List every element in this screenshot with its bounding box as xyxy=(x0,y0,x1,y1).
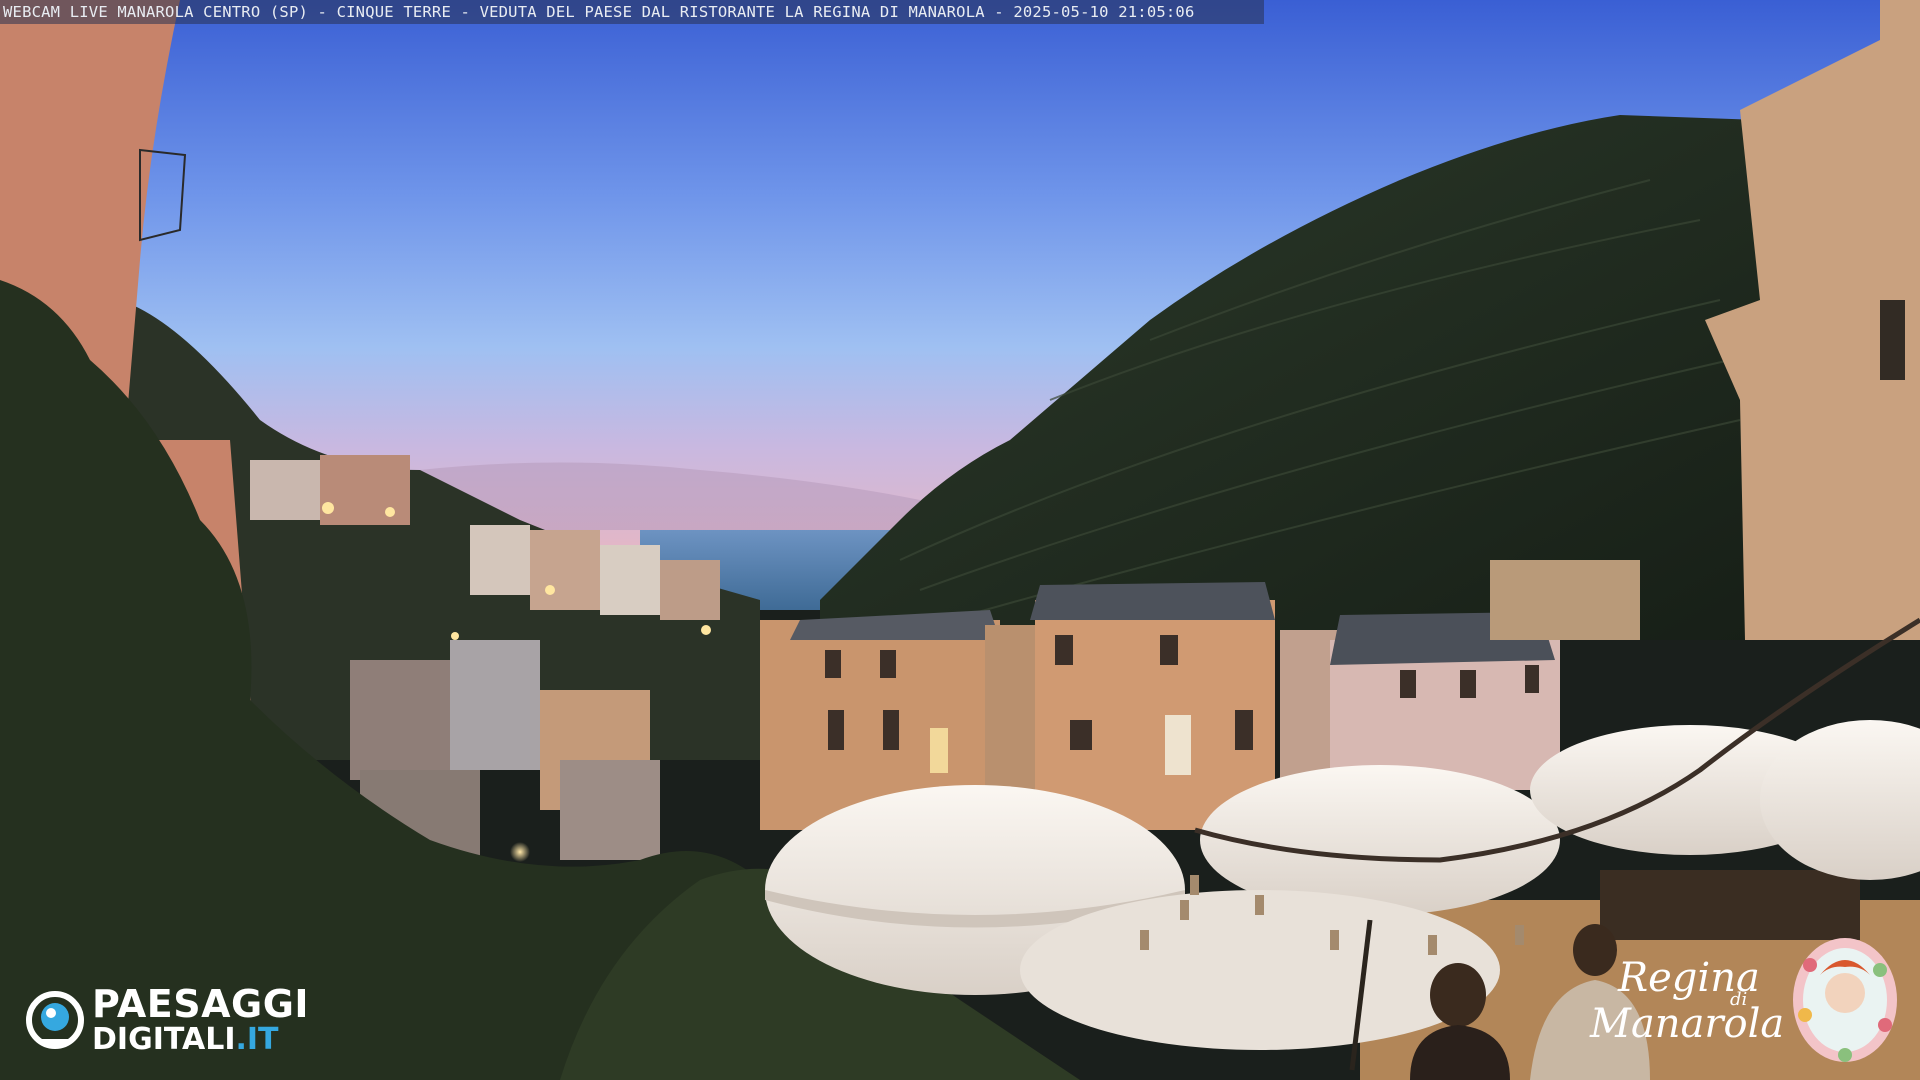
logo-text-digitali: DIGITALI xyxy=(92,1022,236,1057)
webcam-caption: WEBCAM LIVE MANAROLA CENTRO (SP) - CINQU… xyxy=(3,3,1195,21)
logo-text-paesaggi: PAESAGGI xyxy=(92,982,310,1026)
paesaggi-digitali-logo: PAESAGGI DIGITALI.IT xyxy=(26,985,309,1055)
webcam-scene xyxy=(0,0,1920,1080)
queen-portrait-badge-icon xyxy=(1793,938,1897,1062)
terrace-rail xyxy=(1600,870,1860,940)
signature-manarola: Manarola xyxy=(1590,1001,1785,1047)
logo-text-it: .IT xyxy=(235,1022,279,1057)
regina-di-manarola-signature: Regina di Manarola xyxy=(1580,955,1810,1055)
webcam-caption-bar: WEBCAM LIVE MANAROLA CENTRO (SP) - CINQU… xyxy=(0,0,1264,24)
eye-icon xyxy=(26,991,84,1049)
